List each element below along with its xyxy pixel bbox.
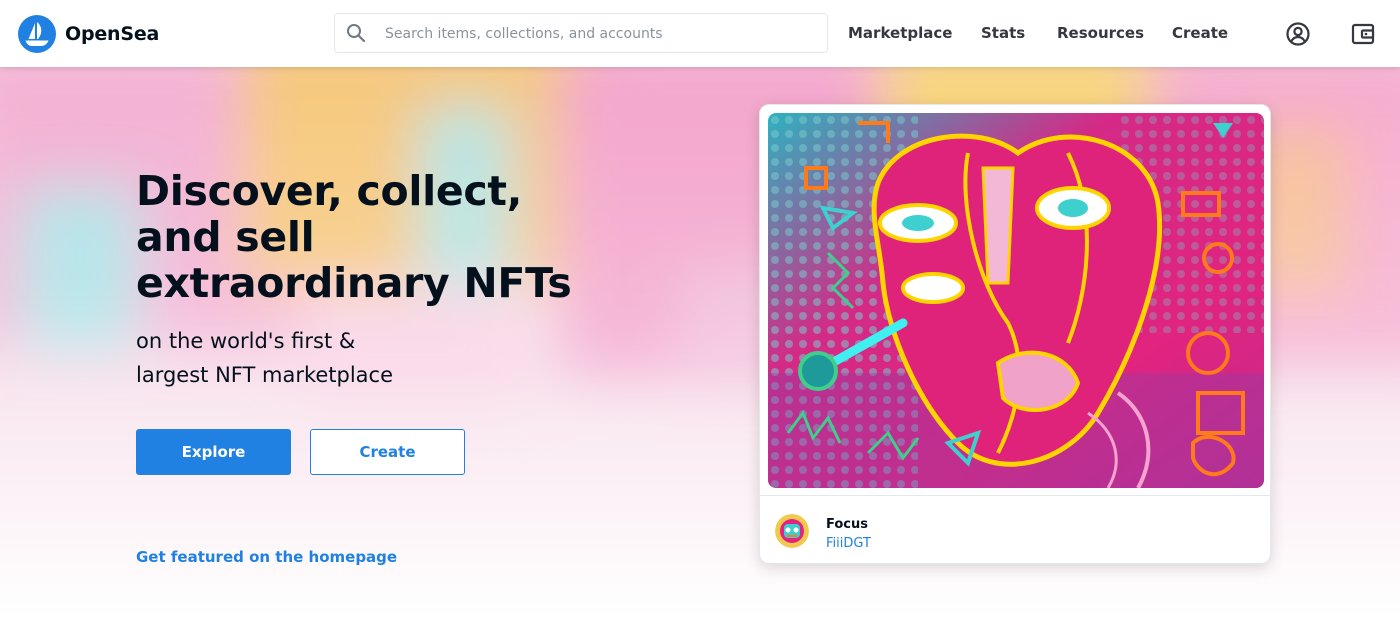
explore-button[interactable]: Explore (136, 429, 291, 475)
search-input[interactable] (383, 14, 817, 54)
nft-artwork (768, 113, 1264, 488)
nav-resources[interactable]: Resources (1057, 23, 1144, 43)
search-bar[interactable] (334, 13, 828, 54)
get-featured-link[interactable]: Get featured on the homepage (136, 548, 397, 566)
hero-title: Discover, collect, and sell extraordinar… (136, 167, 572, 307)
wallet-icon[interactable] (1350, 21, 1376, 47)
account-icon[interactable] (1285, 21, 1311, 47)
hero-section: Discover, collect, and sell extraordinar… (0, 67, 1400, 617)
create-button[interactable]: Create (310, 429, 465, 475)
hero-subtitle-line-2: largest NFT marketplace (136, 363, 394, 387)
top-navbar: OpenSea Marketplace Stats Resources Crea… (0, 0, 1400, 67)
nft-name: Focus (826, 517, 868, 532)
nft-creator-link[interactable]: FiiiDGT (826, 536, 871, 551)
nav-marketplace[interactable]: Marketplace (848, 23, 952, 43)
creator-avatar[interactable] (775, 514, 809, 548)
opensea-logo[interactable]: OpenSea (18, 15, 159, 53)
featured-nft-image[interactable] (768, 113, 1264, 488)
creator-avatar-image (775, 514, 809, 548)
hero-subtitle-line-1: on the world's first & (136, 329, 356, 353)
search-icon (347, 24, 366, 43)
brand-name: OpenSea (65, 23, 160, 45)
nav-create[interactable]: Create (1172, 23, 1228, 43)
nav-stats[interactable]: Stats (981, 23, 1025, 43)
nft-card-footer: Focus FiiiDGT (760, 495, 1270, 563)
featured-nft-card[interactable]: Focus FiiiDGT (759, 104, 1271, 564)
opensea-logo-icon (18, 15, 56, 53)
